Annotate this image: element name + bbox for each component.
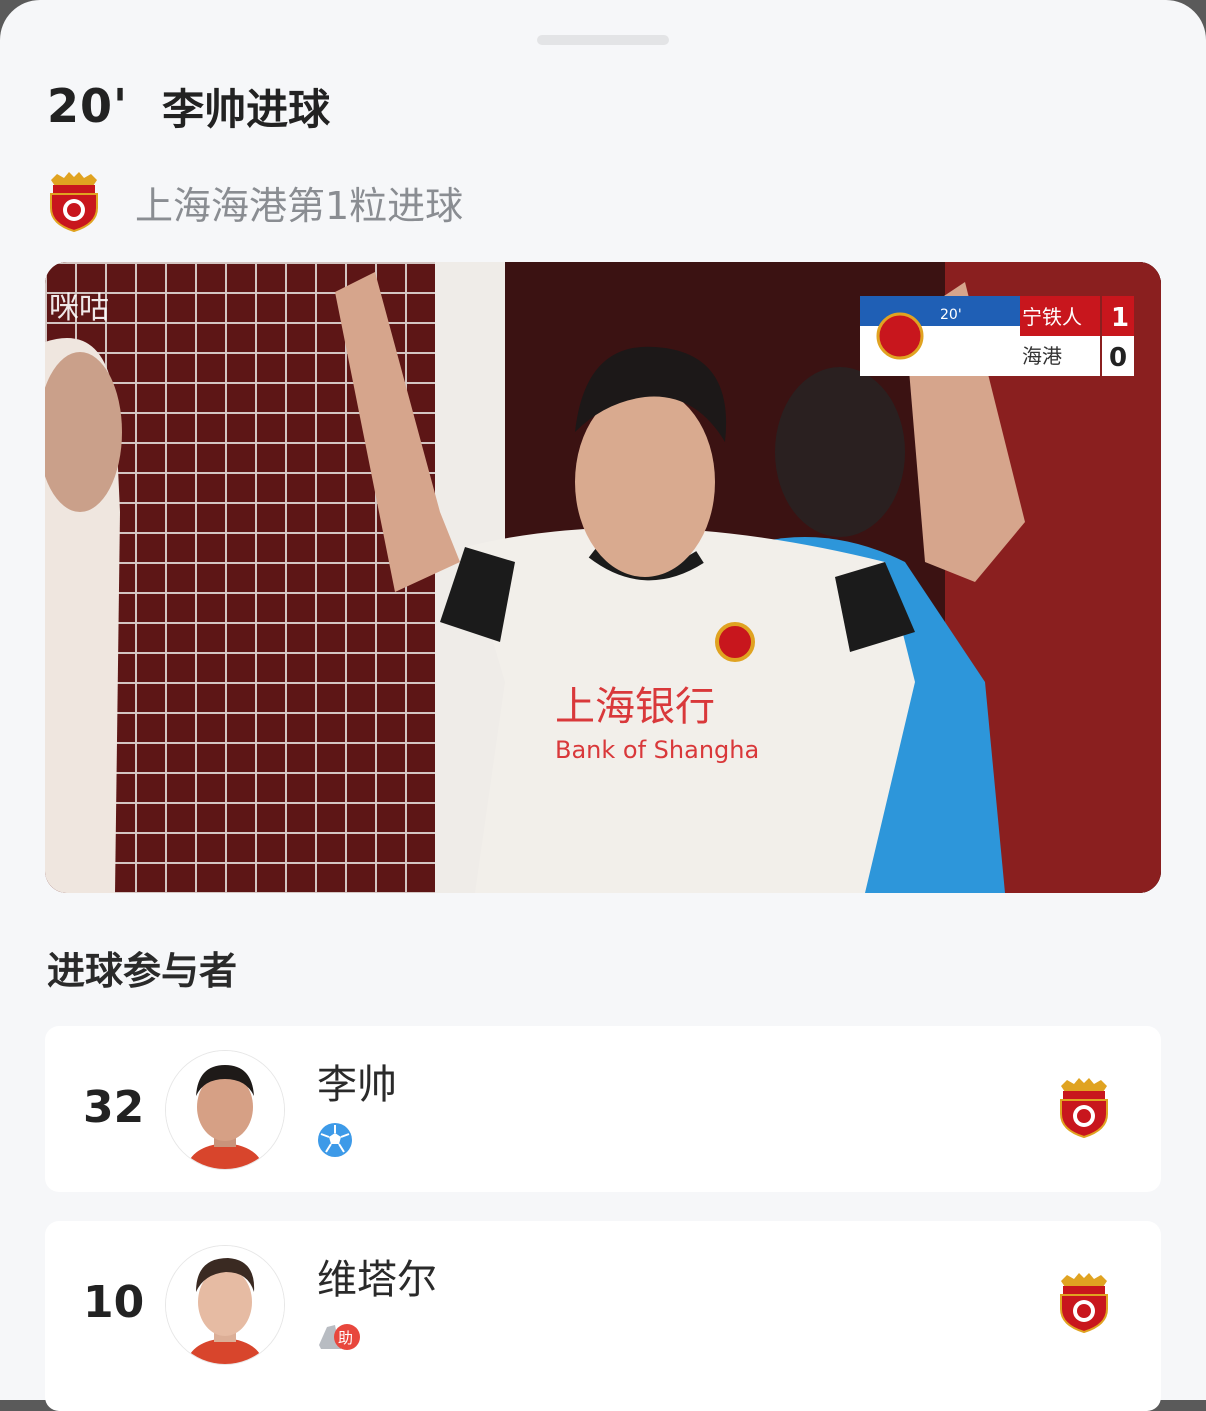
scoreboard-away-team: 海港 bbox=[1022, 344, 1062, 368]
bottom-sheet: 20' 李帅进球 上海海港第1粒进球 上海银行 Bank of Shangha … bbox=[0, 0, 1206, 1411]
player-name: 李帅 bbox=[317, 1062, 397, 1108]
goal-video[interactable]: 9 上海银行 Bank of Shangha 咪咕 20' bbox=[45, 262, 1161, 893]
drag-handle[interactable] bbox=[537, 35, 669, 45]
assist-boot-icon: 助 bbox=[319, 1324, 360, 1350]
player-photo bbox=[166, 1246, 284, 1364]
sponsor-cn-text: 上海银行 bbox=[555, 684, 715, 730]
goal-video-frame: 9 上海银行 Bank of Shangha 咪咕 20' bbox=[45, 262, 1161, 893]
jersey-number: 10 bbox=[83, 1277, 145, 1328]
scoreboard-home-score: 1 bbox=[1111, 303, 1129, 333]
team-goal-count: 上海海港第1粒进球 bbox=[135, 183, 464, 228]
jersey-number: 32 bbox=[83, 1082, 145, 1133]
scoreboard-overlay: 20' 宁铁人 海港 1 0 bbox=[860, 296, 1134, 376]
broadcaster-watermark: 咪咕 bbox=[49, 291, 109, 326]
team-line: 上海海港第1粒进球 bbox=[47, 172, 463, 232]
avatar[interactable] bbox=[165, 1245, 285, 1365]
scoreboard-away-score: 0 bbox=[1109, 343, 1127, 373]
scoreboard-time: 20' bbox=[940, 307, 962, 323]
event-title: 李帅进球 bbox=[162, 84, 331, 134]
avatar[interactable] bbox=[165, 1050, 285, 1170]
player-photo bbox=[166, 1051, 284, 1169]
sponsor-en-text: Bank of Shangha bbox=[555, 736, 759, 764]
section-title: 进球参与者 bbox=[47, 949, 238, 993]
player-name: 维塔尔 bbox=[317, 1257, 437, 1303]
football-icon bbox=[318, 1123, 352, 1157]
team-crest-icon bbox=[1060, 1273, 1108, 1333]
event-header: 20' 李帅进球 bbox=[47, 76, 330, 136]
team-crest-icon bbox=[1060, 1078, 1108, 1138]
assist-badge: 助 bbox=[338, 1329, 353, 1347]
shanghai-port-crest-icon bbox=[50, 172, 98, 232]
participant-card[interactable]: 32 李帅 bbox=[45, 1026, 1161, 1192]
event-minute: 20' bbox=[47, 79, 129, 133]
scoreboard-home-team: 宁铁人 bbox=[1022, 305, 1082, 329]
